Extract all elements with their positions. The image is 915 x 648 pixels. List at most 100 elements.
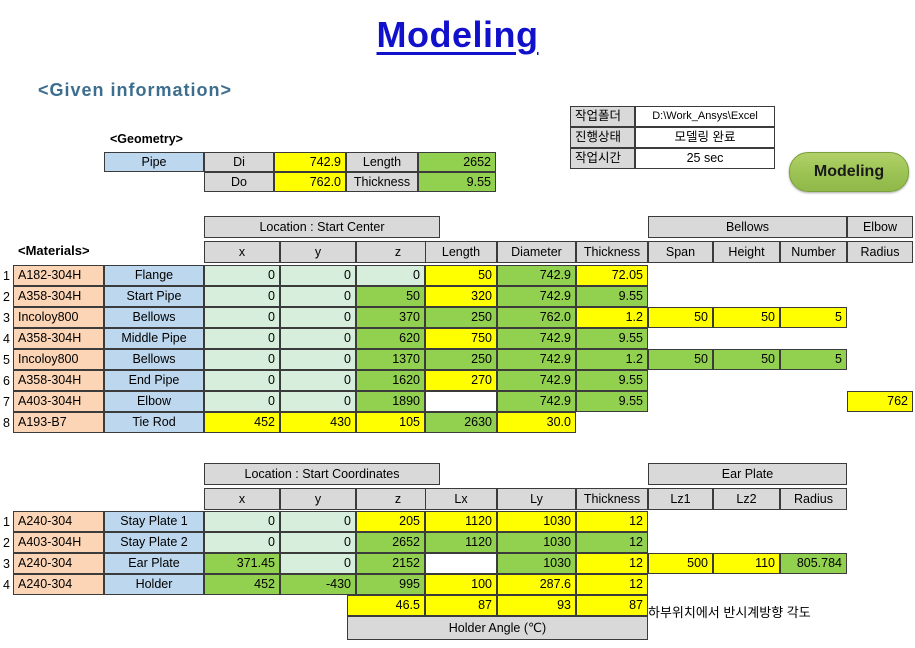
cell-component: End Pipe [104,370,204,391]
geometry-name: Pipe [104,152,204,172]
cell-z: 0 [356,265,425,286]
cell-lx: 100 [425,574,497,595]
cell-z: 1620 [356,370,425,391]
modeling-button[interactable]: Modeling [789,152,909,192]
cell-length: 270 [425,370,497,391]
cell-diameter: 762.0 [497,307,576,328]
status-label-state: 진행상태 [570,127,635,148]
row-number: 2 [3,289,10,304]
geometry-value-di: 742.9 [274,152,346,172]
cell-radius: 762 [847,391,913,412]
cell-z: 2652 [356,532,425,553]
slide-page: Modeling <Given information> <Geometry> … [0,0,915,648]
cell-z: 620 [356,328,425,349]
cell-component: Ear Plate [104,553,204,574]
row-number: 4 [3,577,10,592]
cell-material: A193-B7 [13,412,104,433]
cell-component: Bellows [104,307,204,328]
column-header-length: Length [425,241,497,263]
cell-ly: 1030 [497,532,576,553]
cell-component: Holder [104,574,204,595]
cell-lx: 1120 [425,532,497,553]
column-header-diameter: Diameter [497,241,576,263]
cell-number: 5 [780,349,847,370]
cell-angle-lx: 87 [425,595,497,616]
group-header-location-start-coordinates: Location : Start Coordinates [204,463,440,485]
cell-x: 0 [204,286,280,307]
cell-thickness: 9.55 [576,286,648,307]
group-header-bellows: Bellows [648,216,847,238]
geometry-key-di: Di [204,152,274,172]
cell-angle-z: 46.5 [347,595,425,616]
cell-y: 0 [280,370,356,391]
cell-diameter: 742.9 [497,265,576,286]
cell-diameter: 742.9 [497,328,576,349]
column-header-thickness: Thickness [576,241,648,263]
column-header-x: x [204,488,280,510]
cell-thickness: 12 [576,553,648,574]
cell-diameter: 742.9 [497,391,576,412]
cell-component: Elbow [104,391,204,412]
cell-thickness: 12 [576,574,648,595]
group-header-ear-plate: Ear Plate [648,463,847,485]
column-header-ly: Ly [497,488,576,510]
cell-z: 50 [356,286,425,307]
cell-thickness: 1.2 [576,307,648,328]
column-header-x: x [204,241,280,263]
cell-y: 430 [280,412,356,433]
cell-length: 750 [425,328,497,349]
geometry-key-thickness: Thickness [346,172,418,192]
holder-angle-label: Holder Angle (℃) [347,616,648,640]
cell-z: 1370 [356,349,425,370]
page-title: Modeling [376,14,539,55]
geometry-empty-cell [104,172,204,192]
cell-ly: 287.6 [497,574,576,595]
cell-x: 0 [204,511,280,532]
cell-component: Tie Rod [104,412,204,433]
cell-lx: 1120 [425,511,497,532]
column-header-span: Span [648,241,713,263]
cell-y: 0 [280,511,356,532]
cell-thickness: 12 [576,511,648,532]
cell-material: A240-304 [13,574,104,595]
status-value-folder: D:\Work_Ansys\Excel [635,106,775,127]
cell-y: 0 [280,553,356,574]
cell-component: Flange [104,265,204,286]
cell-y: 0 [280,265,356,286]
column-header-thickness: Thickness [576,488,648,510]
cell-x: 0 [204,391,280,412]
geometry-value-do: 762.0 [274,172,346,192]
materials-heading: <Materials> [18,243,90,258]
column-header-radius: Radius [780,488,847,510]
cell-y: 0 [280,391,356,412]
cell-angle-thickness: 87 [576,595,648,616]
cell-lx [425,553,497,574]
column-header-lz1: Lz1 [648,488,713,510]
cell-y: 0 [280,349,356,370]
cell-material: A240-304 [13,511,104,532]
cell-x: 0 [204,532,280,553]
cell-x: 0 [204,265,280,286]
cell-component: Start Pipe [104,286,204,307]
cell-angle-ly: 93 [497,595,576,616]
cell-length: 250 [425,349,497,370]
cell-x: 0 [204,307,280,328]
cell-ly: 1030 [497,553,576,574]
cell-diameter: 742.9 [497,370,576,391]
cell-material: Incoloy800 [13,349,104,370]
cell-lz1: 500 [648,553,713,574]
cell-y: 0 [280,328,356,349]
cell-number: 5 [780,307,847,328]
group-header-location-start-center: Location : Start Center [204,216,440,238]
cell-component: Stay Plate 2 [104,532,204,553]
cell-thickness: 72.05 [576,265,648,286]
geometry-heading: <Geometry> [110,132,183,146]
cell-diameter: 30.0 [497,412,576,433]
cell-height: 50 [713,307,780,328]
cell-material: A403-304H [13,391,104,412]
cell-component: Bellows [104,349,204,370]
cell-z: 995 [356,574,425,595]
cell-span: 50 [648,307,713,328]
cell-x: 452 [204,574,280,595]
cell-x: 0 [204,370,280,391]
